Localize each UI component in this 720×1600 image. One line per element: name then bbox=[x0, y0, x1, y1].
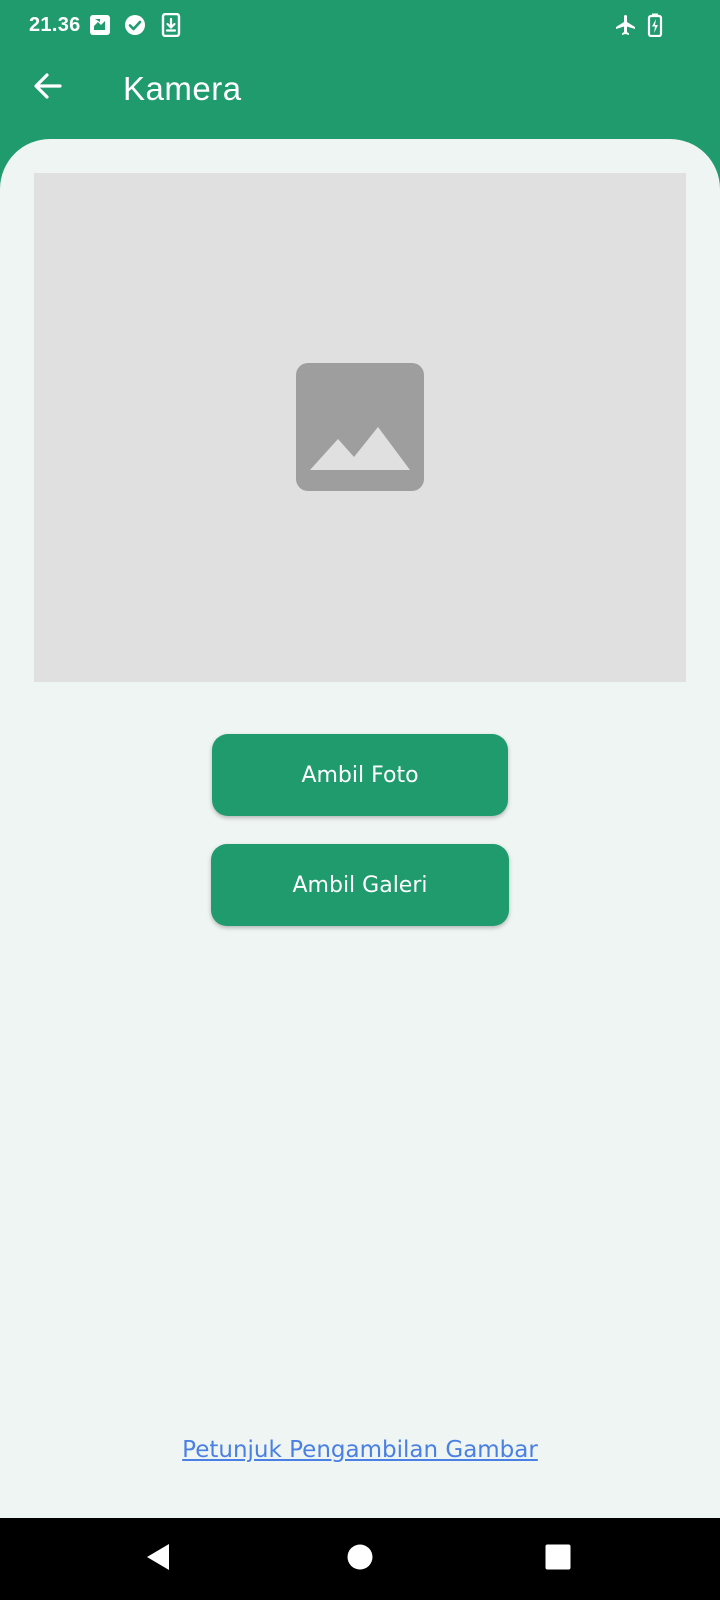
battery-charging-icon bbox=[643, 13, 667, 37]
page-title: Kamera bbox=[123, 70, 242, 107]
main-content: Ambil Foto Ambil Galeri Petunjuk Pengamb… bbox=[0, 139, 720, 1518]
app-bar: Kamera bbox=[0, 50, 720, 140]
status-bar: 21.36 bbox=[0, 0, 720, 50]
airplane-mode-icon bbox=[614, 13, 638, 37]
download-icon bbox=[159, 13, 183, 37]
photo-sync-icon bbox=[88, 13, 112, 37]
nav-home-icon bbox=[346, 1543, 374, 1576]
status-time: 21.36 bbox=[29, 14, 81, 36]
nav-back-button[interactable] bbox=[135, 1535, 183, 1583]
check-circle-icon bbox=[123, 13, 147, 37]
take-photo-button[interactable]: Ambil Foto bbox=[212, 734, 508, 816]
image-placeholder-icon bbox=[296, 363, 424, 491]
nav-recents-button[interactable] bbox=[534, 1535, 582, 1583]
image-preview bbox=[34, 173, 686, 682]
nav-back-icon bbox=[144, 1542, 174, 1577]
nav-home-button[interactable] bbox=[336, 1535, 384, 1583]
back-button[interactable] bbox=[22, 62, 74, 114]
nav-recents-icon bbox=[544, 1543, 572, 1576]
arrow-back-icon bbox=[32, 70, 64, 107]
choose-gallery-button[interactable]: Ambil Galeri bbox=[211, 844, 509, 926]
system-nav-bar bbox=[0, 1518, 720, 1600]
image-guide-link[interactable]: Petunjuk Pengambilan Gambar bbox=[0, 1435, 720, 1465]
